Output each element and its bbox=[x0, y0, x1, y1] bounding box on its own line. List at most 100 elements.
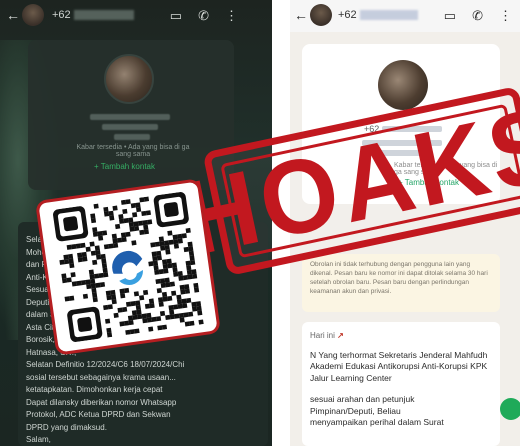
qr-module bbox=[195, 301, 202, 307]
qr-module bbox=[130, 300, 136, 307]
qr-module bbox=[85, 246, 91, 252]
qr-module bbox=[168, 239, 174, 245]
qr-module bbox=[163, 268, 169, 274]
message-line: Salam, bbox=[26, 435, 51, 444]
mic-button[interactable] bbox=[500, 398, 520, 420]
qr-module bbox=[165, 249, 171, 255]
qr-module bbox=[66, 277, 72, 283]
qr-module bbox=[185, 260, 191, 266]
qr-module bbox=[142, 219, 148, 226]
qr-module bbox=[178, 312, 185, 319]
qr-module bbox=[137, 314, 143, 320]
qr-module bbox=[190, 259, 196, 266]
qr-module bbox=[130, 202, 136, 209]
qr-module bbox=[99, 281, 106, 288]
redacted-line bbox=[102, 124, 158, 130]
qr-module bbox=[120, 199, 127, 205]
qr-module bbox=[165, 314, 171, 321]
qr-module bbox=[191, 306, 198, 312]
qr-module bbox=[156, 255, 162, 261]
voice-call-icon[interactable]: ✆ bbox=[472, 8, 483, 24]
contact-phone: +62 bbox=[52, 9, 134, 21]
qr-module bbox=[77, 257, 83, 263]
qr-module bbox=[66, 244, 72, 250]
qr-module bbox=[63, 259, 70, 265]
more-options-icon[interactable]: ⋮ bbox=[225, 8, 238, 24]
qr-module bbox=[103, 206, 109, 213]
add-contact-button[interactable]: + Tambah kontak bbox=[94, 162, 155, 171]
qr-module bbox=[129, 226, 135, 232]
qr-module bbox=[139, 197, 145, 203]
qr-module bbox=[59, 259, 65, 265]
qr-module bbox=[178, 275, 184, 281]
qr-module bbox=[108, 210, 114, 216]
qr-module bbox=[110, 294, 117, 300]
qr-module bbox=[123, 217, 129, 224]
qr-module bbox=[77, 252, 83, 258]
qr-module bbox=[125, 231, 131, 237]
qr-module bbox=[159, 310, 166, 317]
qr-module bbox=[106, 295, 112, 301]
qr-module bbox=[162, 263, 168, 270]
qr-module bbox=[95, 249, 101, 256]
qr-module bbox=[158, 269, 164, 275]
qr-module bbox=[167, 263, 173, 269]
message-line: sosial tersebut sebagainya krama usaan..… bbox=[26, 372, 176, 382]
qr-module bbox=[169, 314, 175, 320]
qr-module bbox=[183, 246, 189, 253]
qr-module bbox=[80, 279, 87, 286]
qr-module bbox=[92, 296, 98, 303]
qr-module bbox=[157, 297, 164, 303]
back-arrow-icon[interactable]: ← bbox=[294, 7, 308, 23]
qr-module bbox=[94, 245, 100, 251]
qr-module bbox=[159, 240, 165, 247]
qr-module bbox=[139, 229, 145, 236]
qr-module bbox=[115, 223, 121, 230]
qr-module bbox=[94, 273, 100, 279]
qr-module bbox=[186, 269, 193, 275]
qr-module bbox=[146, 317, 153, 323]
qr-finder-pattern bbox=[77, 316, 93, 332]
qr-module bbox=[86, 283, 92, 290]
qr-module bbox=[113, 312, 119, 318]
qr-module bbox=[171, 262, 178, 268]
contact-avatar[interactable] bbox=[310, 4, 332, 26]
qr-module bbox=[158, 236, 164, 242]
qr-module bbox=[105, 318, 111, 324]
video-call-icon[interactable]: ▭ bbox=[444, 8, 456, 24]
qr-module bbox=[187, 241, 193, 247]
profile-photo[interactable] bbox=[378, 60, 428, 110]
more-options-icon[interactable]: ⋮ bbox=[499, 8, 512, 24]
qr-module bbox=[167, 230, 173, 236]
qr-module bbox=[168, 305, 174, 311]
video-call-icon[interactable]: ▭ bbox=[170, 8, 182, 24]
back-arrow-icon[interactable]: ← bbox=[6, 7, 20, 23]
qr-module bbox=[146, 312, 152, 319]
qr-module bbox=[172, 234, 178, 240]
qr-module bbox=[106, 327, 112, 333]
qr-module bbox=[76, 280, 82, 286]
phone-prefix: +62 bbox=[52, 9, 71, 21]
qr-module bbox=[148, 261, 154, 267]
qr-module bbox=[112, 238, 118, 244]
message-line: ketatapkatan. Dimohonkan kerja cepat bbox=[26, 385, 163, 394]
qr-module bbox=[127, 315, 134, 321]
qr-module bbox=[128, 221, 134, 228]
profile-photo[interactable] bbox=[104, 54, 154, 104]
contact-avatar[interactable] bbox=[22, 4, 44, 26]
qr-module bbox=[173, 239, 179, 245]
qr-module bbox=[188, 311, 194, 317]
qr-module bbox=[149, 302, 155, 309]
qr-module bbox=[70, 272, 76, 278]
qr-module bbox=[151, 316, 157, 322]
pointer-arrow-icon: ↗ bbox=[337, 331, 344, 340]
qr-module bbox=[174, 313, 180, 319]
qr-module bbox=[96, 254, 102, 260]
qr-module bbox=[108, 243, 114, 249]
qr-module bbox=[182, 274, 189, 281]
chat-header-light: ← +62 ▭ ✆ ⋮ bbox=[290, 0, 520, 32]
qr-finder-pattern bbox=[163, 202, 179, 218]
voice-call-icon[interactable]: ✆ bbox=[198, 8, 209, 24]
phone-prefix: +62 bbox=[338, 9, 357, 21]
